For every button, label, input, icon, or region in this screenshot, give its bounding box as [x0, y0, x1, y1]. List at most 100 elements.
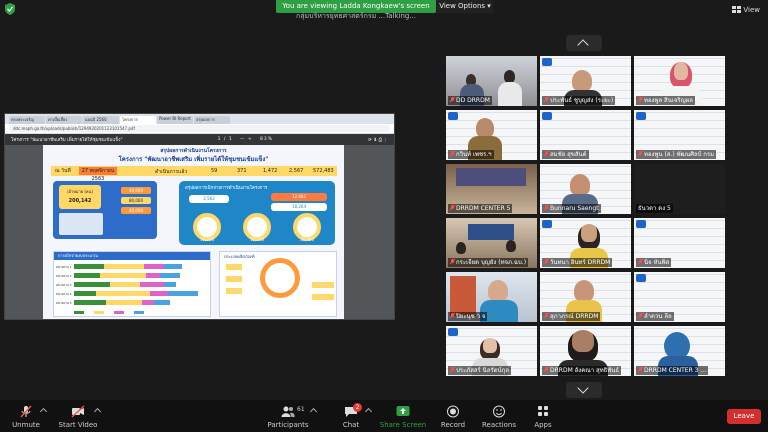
participant-name: ประภัสสร์ นิลรัตน์กุล — [448, 366, 511, 375]
poster-product-value: 25,382 — [312, 282, 334, 288]
chevron-down-icon — [577, 382, 589, 394]
participant-name: ธันวดา ดง 5 — [636, 204, 673, 213]
participant-tile[interactable]: ปิยะนุช ว จ — [446, 272, 537, 322]
view-label: View — [743, 6, 760, 14]
participant-name: ลำดวน ลีล — [636, 312, 674, 321]
participant-tile[interactable]: ประพันธ์ ชูบุญส่ง (ระยะ) — [540, 56, 631, 106]
poster-target-title: เป้าหมาย (คน) — [67, 189, 93, 194]
browser-tab[interactable]: ค่าเบี้ยเลี้ยง — [46, 116, 82, 124]
poster-stat-label: ดำเนินการแล้ว — [155, 169, 188, 175]
poster-target-box: เป้าหมาย (คน) 200,142 — [59, 185, 101, 209]
poster-stat: 59 — [211, 168, 218, 174]
participant-tile[interactable]: DD DRRDM — [446, 56, 537, 106]
poster-bar-legend — [74, 311, 144, 314]
mic-muted-icon — [638, 313, 643, 319]
reactions-button[interactable]: Reactions — [482, 400, 516, 432]
poster-bar-chart-panel: การเบิกจ่ายงบประมาณ หน่วยงาน 1 หน่วยงาน … — [53, 251, 211, 317]
security-shield-icon[interactable] — [3, 2, 17, 16]
poster-stat: 2,567 — [289, 168, 304, 174]
browser-tab-active[interactable]: โครงการ — [120, 116, 156, 124]
browser-tab[interactable]: ทรงพระเจริญ — [9, 116, 45, 124]
start-video-label: Start Video — [58, 421, 98, 429]
share-screen-icon — [396, 406, 410, 416]
chat-options-caret-icon[interactable] — [364, 407, 373, 416]
participant-tile[interactable]: กวินท์ เพชร.ฯ — [446, 110, 537, 160]
apps-button[interactable]: Apps — [532, 400, 554, 432]
mic-muted-icon — [450, 97, 455, 103]
participant-tile[interactable]: ธันวดา ดง 5 — [634, 164, 725, 214]
participant-name: DD DRRDM — [448, 96, 492, 105]
poster-budget-pill: 2,563 — [189, 195, 229, 203]
pdf-page-indicator: 1 / 1 — + 83% — [217, 137, 274, 142]
org-logo-icon — [542, 220, 552, 228]
participant-tile[interactable]: DRRDM CENTER 3 ... — [634, 326, 725, 376]
leave-button[interactable]: Leave — [727, 409, 761, 424]
poster-circle-value: 12,340 — [250, 237, 264, 242]
shared-screen[interactable]: ทรงพระเจริญ ค่าเบี้ยเลี้ยง แผนปี 2566 โค… — [4, 113, 395, 320]
participant-tile[interactable]: DRRDM อังคณา สุทธิพันธ์ — [540, 326, 631, 376]
meeting-toolbar: Unmute Start Video Participants 61 Chat … — [0, 400, 768, 432]
gallery-scroll-up-button[interactable] — [566, 35, 602, 51]
browser-tab[interactable]: แผนปี 2566 — [83, 116, 119, 124]
participant-tile[interactable]: นิจ หันพิส — [634, 218, 725, 268]
participant-name: DRRDM CENTER 5 — [448, 204, 513, 213]
participants-icon — [281, 406, 295, 417]
participant-tile[interactable]: ทองพูน (ส.) พัฒนศิลป์ กรม — [634, 110, 725, 160]
browser-tab-strip: ทรงพระเจริญ ค่าเบี้ยเลี้ยง แผนปี 2566 โค… — [5, 114, 394, 124]
poster-people-illustration — [59, 213, 103, 235]
poster-circle-value: 38,400 — [300, 237, 314, 242]
chat-unread-badge: 2 — [353, 403, 362, 412]
poster-target-pill: 40,000 — [121, 187, 151, 194]
mic-muted-icon — [638, 259, 643, 265]
participant-tile[interactable]: วันทนา อินทร์ DRRDM — [540, 218, 631, 268]
gallery-scroll-down-button[interactable] — [566, 382, 602, 398]
zoom-meeting-window: You are viewing Ladda Kongkaew's screen … — [0, 0, 768, 432]
poster-date-label: ณ วันที่ — [55, 168, 71, 174]
view-button[interactable]: View — [732, 6, 760, 14]
participant-name: สมชัย สุขสันต์ — [542, 150, 589, 159]
poster-bar-row — [74, 291, 198, 296]
poster-stat: 572,483 — [313, 168, 334, 174]
unmute-button[interactable]: Unmute — [10, 400, 42, 432]
start-video-button[interactable]: Start Video — [58, 400, 98, 432]
poster-stat: 371 — [237, 168, 247, 174]
org-logo-icon — [542, 58, 552, 66]
mic-muted-icon — [544, 97, 549, 103]
share-screen-button[interactable]: Share Screen — [379, 400, 427, 432]
pdf-toolbar-icons[interactable]: ⟳ ⬇ ⎙ ⋮ — [368, 137, 388, 143]
poster-stat: 1,472 — [263, 168, 278, 174]
participant-tile[interactable]: DRRDM CENTER 5 — [446, 164, 537, 214]
record-button[interactable]: Record — [440, 400, 466, 432]
poster-subtitle: โครงการ "พัฒนาอาชีพเสริม เพิ่มรายได้ให้ช… — [118, 156, 269, 163]
poster-target-pill: 40,000 — [121, 207, 151, 214]
mic-muted-icon — [544, 259, 549, 265]
participant-tile[interactable]: ลำดวน ลีล — [634, 272, 725, 322]
apps-label: Apps — [534, 421, 552, 429]
poster-target-panel: เป้าหมาย (คน) 200,142 40,000 80,000 40,0… — [53, 181, 157, 239]
record-icon — [447, 405, 459, 418]
participant-tile[interactable]: สมชัย สุขสันต์ — [540, 110, 631, 160]
share-screen-label: Share Screen — [379, 421, 427, 429]
participant-tile[interactable]: สุภาภรณ์ DRRDM — [540, 272, 631, 322]
poster-budget-panel: สรุปผลการเบิกจ่ายการดำเนินงานโครงการ 2,5… — [179, 181, 335, 245]
participant-name: สุภาภรณ์ DRRDM — [542, 312, 601, 321]
participants-options-caret-icon[interactable] — [309, 407, 318, 416]
active-speaker-label: กลุ่มบริหารยุทธศาสตร์กรม ...Talking... — [296, 12, 417, 20]
record-label: Record — [440, 421, 466, 429]
participants-button[interactable]: Participants — [267, 400, 309, 432]
poster-bar-row — [74, 264, 182, 269]
poster-product-title: ประเภทผลิตภัณฑ์ — [224, 254, 255, 259]
video-camera-off-icon — [71, 405, 85, 418]
browser-tab[interactable]: สรุปผลการ — [194, 116, 230, 124]
participant-tile[interactable]: ทองพูล สินเจริญผล — [634, 56, 725, 106]
mic-muted-icon — [638, 97, 643, 103]
participant-tile[interactable]: Bunnaru Saengt — [540, 164, 631, 214]
participant-tile[interactable]: กระเจียด บุญยัง (ทจภ.ฉบ.) — [446, 218, 537, 268]
mic-muted-icon — [544, 367, 549, 373]
mic-muted-icon — [544, 205, 549, 211]
mic-muted-icon — [544, 313, 549, 319]
view-options-button[interactable]: View Options ▾ — [437, 0, 493, 13]
participant-tile[interactable]: ประภัสสร์ นิลรัตน์กุล — [446, 326, 537, 376]
browser-url-field[interactable]: ddc.moph.go.th/uploads/publish/129492020… — [9, 125, 390, 132]
browser-tab[interactable]: Power BI Report — [157, 116, 193, 124]
